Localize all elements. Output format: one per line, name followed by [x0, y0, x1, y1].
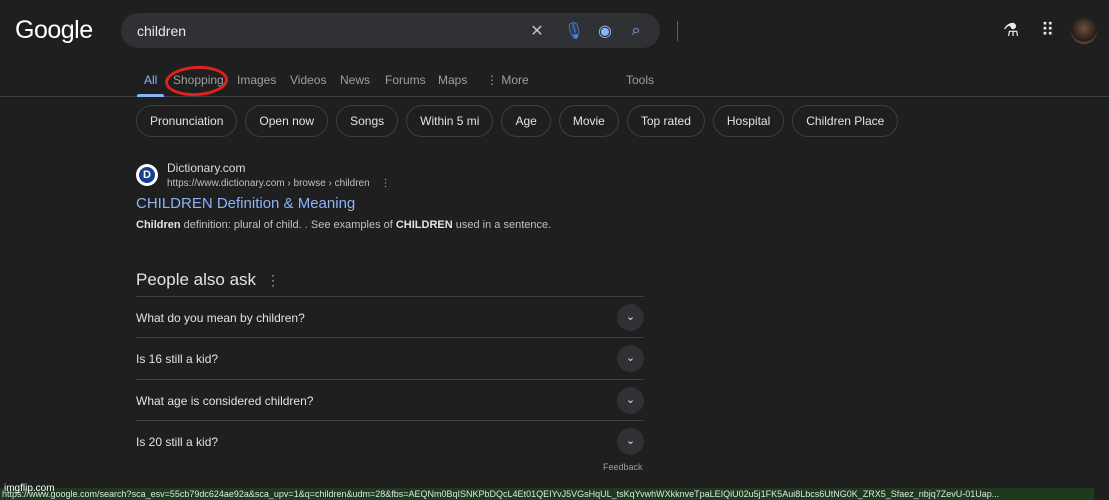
chevron-down-icon[interactable]: ⌄ [617, 304, 644, 331]
tab-news[interactable]: News [340, 73, 370, 87]
chevron-down-icon[interactable]: ⌄ [617, 428, 644, 455]
result-snippet: Children definition: plural of child. . … [136, 219, 552, 231]
tab-videos[interactable]: Videos [290, 73, 326, 87]
more-options-icon[interactable]: ⋮ [380, 178, 390, 189]
search-box[interactable]: ✕ 🎙 ◉ ⌕ [121, 13, 678, 48]
microphone-icon[interactable]: 🎙 [564, 21, 584, 41]
result-url[interactable]: https://www.dictionary.com › browse › ch… [167, 178, 390, 189]
chip-age[interactable]: Age [501, 105, 551, 137]
people-also-ask-heading: People also ask [136, 270, 257, 289]
more-dots-icon: ⋮ [486, 73, 502, 87]
chip-hospital[interactable]: Hospital [712, 105, 785, 137]
close-icon[interactable]: ✕ [527, 21, 547, 41]
chip-movie[interactable]: Movie [558, 105, 619, 137]
result-url-text: https://www.dictionary.com › browse › ch… [167, 178, 370, 189]
tab-more-label: More [501, 73, 529, 87]
camera-lens-icon[interactable]: ◉ [595, 21, 615, 41]
grid-icon[interactable]: ⠿ [1041, 20, 1054, 41]
tab-forums[interactable]: Forums [385, 73, 426, 87]
filter-chips: Pronunciation Open now Songs Within 5 mi… [136, 105, 899, 137]
tab-images[interactable]: Images [237, 73, 276, 87]
feedback-link[interactable]: Feedback [603, 462, 643, 472]
chip-open-now[interactable]: Open now [245, 105, 329, 137]
chip-within-5-mi[interactable]: Within 5 mi [406, 105, 494, 137]
chevron-down-icon[interactable]: ⌄ [617, 387, 644, 414]
chip-pronunciation[interactable]: Pronunciation [136, 105, 238, 137]
google-logo[interactable]: Google [15, 16, 93, 45]
result-site[interactable]: Dictionary.com [167, 161, 245, 175]
paa-question[interactable]: What do you mean by children? ⌄ [136, 296, 644, 337]
watermark: imgflip.com [4, 483, 55, 494]
result-title-link[interactable]: CHILDREN Definition & Meaning [136, 195, 355, 212]
tab-more[interactable]: ⋮ More [486, 73, 529, 87]
dictionary-favicon: D [136, 164, 158, 186]
flask-icon[interactable]: ⚗ [1003, 20, 1019, 41]
tools-button[interactable]: Tools [626, 73, 654, 87]
search-input[interactable] [137, 13, 517, 48]
divider [677, 21, 678, 41]
chip-songs[interactable]: Songs [336, 105, 399, 137]
chevron-down-icon[interactable]: ⌄ [617, 345, 644, 372]
more-options-icon[interactable]: ⋮ [266, 272, 280, 289]
paa-question[interactable]: What age is considered children? ⌄ [136, 379, 644, 420]
search-icon[interactable]: ⌕ [626, 21, 646, 41]
active-tab-indicator [137, 94, 164, 97]
chip-top-rated[interactable]: Top rated [626, 105, 705, 137]
avatar[interactable] [1071, 18, 1097, 44]
paa-question[interactable]: Is 20 still a kid? ⌄ [136, 420, 644, 461]
tab-all[interactable]: All [144, 73, 157, 87]
status-bar-url: https://www.google.com/search?sca_esv=55… [0, 488, 1094, 500]
chip-children-place[interactable]: Children Place [792, 105, 899, 137]
paa-question[interactable]: Is 16 still a kid? ⌄ [136, 337, 644, 378]
tab-maps[interactable]: Maps [438, 73, 467, 87]
